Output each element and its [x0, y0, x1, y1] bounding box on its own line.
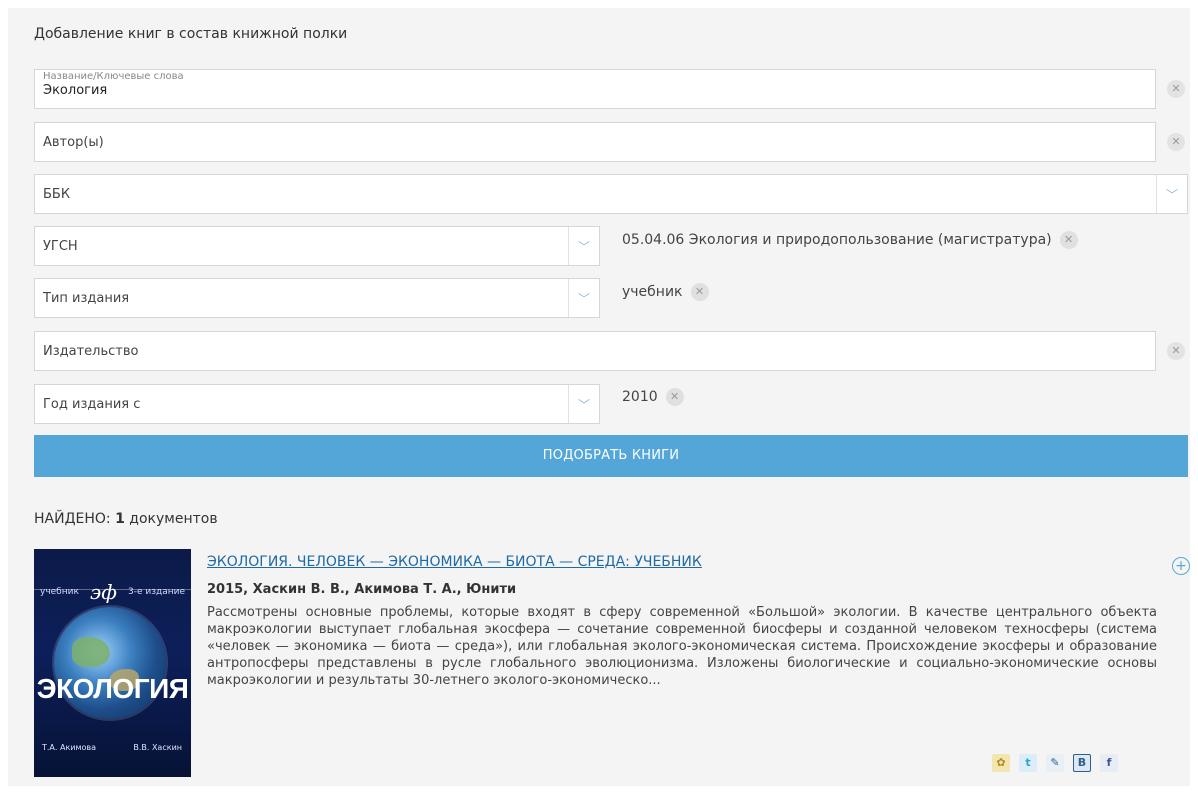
edition-type-selected-value: учебник [622, 284, 683, 300]
add-to-shelf-icon[interactable]: + [1172, 557, 1190, 575]
cover-divider [34, 589, 191, 590]
cover-title: ЭКОЛОГИЯ [36, 673, 189, 704]
find-books-button[interactable]: ПОДОБРАТЬ КНИГИ [34, 435, 1188, 477]
edition-type-label: Тип издания [43, 291, 130, 306]
publisher-field[interactable]: Издательство [34, 331, 1156, 371]
clear-publisher-icon[interactable]: ✕ [1167, 342, 1185, 360]
year-from-selected-value: 2010 [622, 389, 658, 405]
book-cover-image[interactable]: учебник эф 3-е издание ЭКОЛОГИЯ Т.А. Аки… [34, 549, 191, 777]
book-description: Рассмотрены основные проблемы, которые в… [207, 605, 1157, 688]
results-count: НАЙДЕНО: 1 документов [34, 511, 218, 527]
bbk-select[interactable]: ББК ﹀ [34, 174, 1188, 214]
chevron-down-icon[interactable]: ﹀ [568, 227, 599, 265]
chevron-down-icon[interactable]: ﹀ [568, 385, 599, 423]
found-suffix: документов [129, 511, 218, 527]
vkontakte-icon[interactable]: B [1073, 754, 1091, 772]
chevron-down-icon[interactable]: ﹀ [568, 279, 599, 317]
remove-tag-icon[interactable]: ✕ [665, 388, 684, 406]
ugsn-selected-value: 05.04.06 Экология и природопользование (… [622, 232, 1052, 248]
page-title: Добавление книг в состав книжной полки [34, 26, 348, 42]
keywords-field[interactable]: Название/Ключевые слова Экология [34, 69, 1156, 109]
book-title-link[interactable]: ЭКОЛОГИЯ. ЧЕЛОВЕК — ЭКОНОМИКА — БИОТА — … [207, 554, 702, 570]
cover-top-row: учебник эф 3-е издание [40, 580, 185, 604]
ugsn-selected-tag: 05.04.06 Экология и природопользование (… [622, 231, 1078, 249]
remove-tag-icon[interactable]: ✕ [1059, 231, 1078, 249]
book-meta: 2015, Хаскин В. В., Акимова Т. А., Юнити [207, 582, 517, 597]
ugsn-select[interactable]: УГСН ﹀ [34, 226, 600, 266]
publisher-label: Издательство [43, 344, 139, 359]
year-from-selected-tag: 2010 ✕ [622, 388, 684, 406]
authors-field[interactable]: Автор(ы) [34, 122, 1156, 162]
authors-label: Автор(ы) [43, 135, 104, 150]
found-prefix: НАЙДЕНО: [34, 511, 111, 527]
livejournal-icon[interactable]: ✎ [1046, 754, 1064, 772]
cover-authors: Т.А. Акимова В.В. Хаскин [42, 743, 182, 752]
clear-keywords-icon[interactable]: ✕ [1167, 80, 1185, 98]
keywords-label: Название/Ключевые слова [43, 71, 184, 82]
twitter-icon[interactable]: t [1019, 754, 1037, 772]
cover-author-right: В.В. Хаскин [133, 743, 182, 752]
facebook-icon[interactable]: f [1100, 754, 1118, 772]
cover-author-left: Т.А. Акимова [42, 743, 97, 752]
globe-land [72, 637, 110, 667]
publisher-logo: эф [90, 580, 117, 604]
bug-share-icon[interactable]: ✿ [992, 754, 1010, 772]
ugsn-label: УГСН [43, 239, 78, 254]
year-from-select[interactable]: Год издания с ﹀ [34, 384, 600, 424]
clear-authors-icon[interactable]: ✕ [1167, 133, 1185, 151]
edition-type-select[interactable]: Тип издания ﹀ [34, 278, 600, 318]
found-count: 1 [115, 511, 125, 527]
bbk-label: ББК [43, 187, 71, 202]
year-from-label: Год издания с [43, 397, 141, 412]
chevron-down-icon[interactable]: ﹀ [1156, 175, 1187, 213]
remove-tag-icon[interactable]: ✕ [690, 283, 709, 301]
keywords-input[interactable]: Экология [43, 83, 107, 98]
edition-type-selected-tag: учебник ✕ [622, 283, 709, 301]
